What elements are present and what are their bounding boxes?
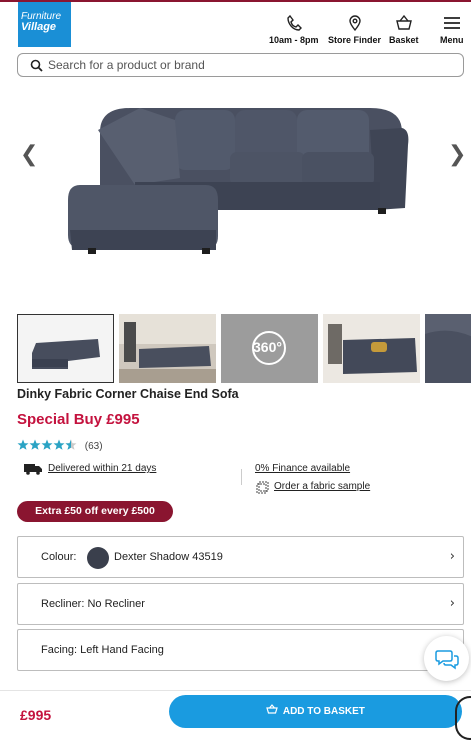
search-input[interactable] xyxy=(48,57,448,73)
colour-label: Colour: xyxy=(41,551,77,563)
star-rating-icon xyxy=(17,439,79,454)
search-icon xyxy=(30,59,43,77)
site-header: Furniture Village 10am - 8pm Store Finde… xyxy=(0,2,471,50)
device-edge xyxy=(455,696,471,740)
colour-selector[interactable]: Colour: Dexter Shadow 43519 › xyxy=(17,536,464,578)
badge-360: 360° xyxy=(253,339,282,355)
thumbnail-1[interactable] xyxy=(17,314,114,383)
recliner-selector[interactable]: Recliner: No Recliner › xyxy=(17,583,464,625)
thumbnail-2[interactable] xyxy=(119,314,216,383)
opening-hours-link[interactable]: 10am - 8pm xyxy=(269,14,319,45)
finance-link[interactable]: 0% Finance available xyxy=(255,463,350,474)
footer-price: £995 xyxy=(20,707,52,723)
special-price: Special Buy £995 xyxy=(17,411,140,428)
phone-icon xyxy=(269,14,319,32)
menu-button[interactable]: Menu xyxy=(440,14,464,45)
promo-badge: Extra £50 off every £500 xyxy=(17,501,173,522)
chevron-right-icon: › xyxy=(449,549,455,564)
basket-link[interactable]: Basket xyxy=(389,14,419,45)
store-finder-label: Store Finder xyxy=(328,35,382,45)
facing-label: Facing: Left Hand Facing xyxy=(41,644,164,656)
info-divider xyxy=(241,469,242,485)
fabric-sample-link[interactable]: Order a fabric sample xyxy=(274,481,370,492)
thumbnail-4[interactable] xyxy=(323,314,420,383)
review-count: (63) xyxy=(84,441,103,452)
thumbnail-5[interactable] xyxy=(425,314,471,383)
facing-selector[interactable]: Facing: Left Hand Facing xyxy=(17,629,464,671)
chat-button[interactable] xyxy=(424,636,469,681)
store-finder-link[interactable]: Store Finder xyxy=(328,14,381,45)
colour-value: Dexter Shadow 43519 xyxy=(114,551,223,563)
chevron-right-icon: › xyxy=(449,596,455,611)
thumbnail-strip: 360° xyxy=(17,314,471,384)
delivery-truck-icon xyxy=(24,462,42,480)
search-bar[interactable] xyxy=(17,53,464,77)
hours-label: 10am - 8pm xyxy=(269,35,319,45)
chat-icon xyxy=(435,650,459,670)
delivery-link[interactable]: Delivered within 21 days xyxy=(48,463,156,474)
thumbnail-360[interactable]: 360° xyxy=(221,314,318,383)
sticky-footer: £995 ADD TO BASKET xyxy=(0,690,471,744)
basket-icon xyxy=(389,14,419,32)
fabric-sample-icon xyxy=(256,481,269,499)
logo-text-2: Village xyxy=(21,21,57,33)
basket-icon xyxy=(266,695,278,728)
sofa-illustration xyxy=(68,108,409,254)
gallery-next-arrow[interactable]: ❯ xyxy=(448,142,466,167)
hamburger-icon xyxy=(440,14,464,32)
add-to-basket-label: ADD TO BASKET xyxy=(282,706,365,717)
product-title: Dinky Fabric Corner Chaise End Sofa xyxy=(17,387,239,401)
add-to-basket-button[interactable]: ADD TO BASKET xyxy=(169,695,462,728)
product-rating[interactable]: (63) xyxy=(17,439,103,453)
basket-label: Basket xyxy=(389,35,419,45)
brand-logo[interactable]: Furniture Village xyxy=(18,2,71,47)
colour-swatch xyxy=(87,547,109,569)
location-pin-icon xyxy=(328,14,381,32)
main-product-image[interactable] xyxy=(40,90,430,290)
recliner-label: Recliner: No Recliner xyxy=(41,598,145,610)
gallery-prev-arrow[interactable]: ❮ xyxy=(20,142,38,167)
menu-label: Menu xyxy=(440,35,464,45)
